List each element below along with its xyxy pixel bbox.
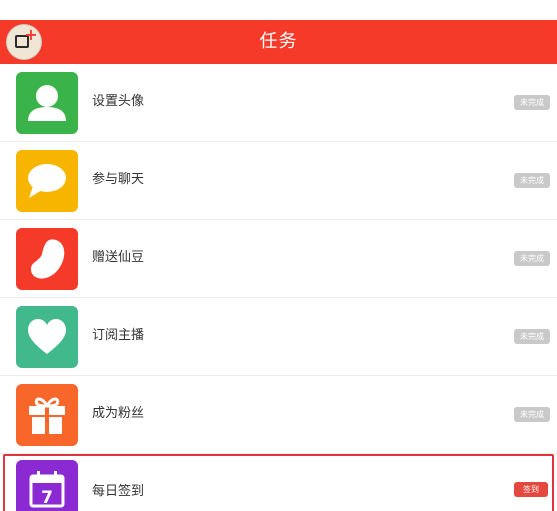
task-label: 参与聊天 — [92, 172, 145, 187]
task-label: 成为粉丝 — [92, 406, 145, 421]
checkin-button[interactable]: 签到 — [514, 482, 548, 497]
title-bar: + 任务 — [0, 20, 557, 64]
task-row-set-avatar[interactable]: 设置头像 未完成 — [0, 64, 557, 142]
task-label: 赠送仙豆 — [92, 250, 145, 265]
task-row-daily-checkin[interactable]: 7 每日签到 签到 — [3, 454, 554, 511]
task-row-subscribe-host[interactable]: 订阅主播 未完成 — [0, 298, 557, 376]
heart-icon — [16, 306, 78, 368]
status-badge: 未完成 — [514, 251, 550, 266]
task-label: 设置头像 — [92, 94, 145, 109]
gift-icon — [16, 384, 78, 446]
status-badge: 未完成 — [514, 407, 550, 422]
status-badge: 未完成 — [514, 95, 550, 110]
user-icon — [16, 72, 78, 134]
task-label: 订阅主播 — [92, 328, 145, 343]
status-badge: 未完成 — [514, 173, 550, 188]
bean-icon — [16, 228, 78, 290]
task-row-join-chat[interactable]: 参与聊天 未完成 — [0, 142, 557, 220]
task-row-gift-beans[interactable]: 赠送仙豆 未完成 — [0, 220, 557, 298]
task-row-become-fan[interactable]: 成为粉丝 未完成 — [0, 376, 557, 454]
chat-bubble-icon — [16, 150, 78, 212]
app-window: + 任务 设置头像 未完成 参与聊天 未完成 赠送仙豆 未完成 订阅主播 未完成… — [0, 0, 557, 511]
calendar-icon: 7 — [16, 460, 78, 511]
task-label: 每日签到 — [92, 484, 145, 499]
status-badge: 未完成 — [514, 329, 550, 344]
task-list: 设置头像 未完成 参与聊天 未完成 赠送仙豆 未完成 订阅主播 未完成 成为粉丝… — [0, 64, 557, 511]
page-title: 任务 — [259, 31, 298, 52]
calendar-day-number: 7 — [41, 488, 53, 508]
